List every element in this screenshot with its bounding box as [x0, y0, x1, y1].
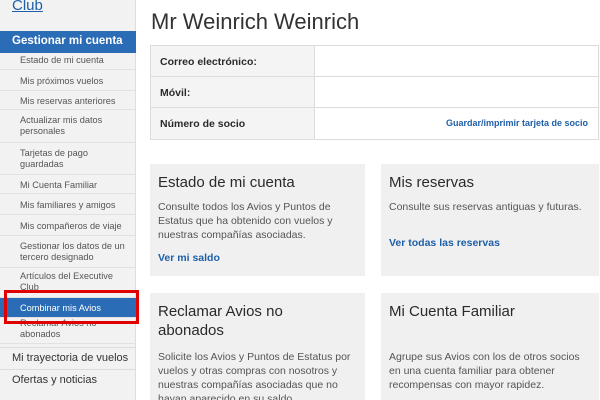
save-print-card-link[interactable]: Guardar/imprimir tarjeta de socio — [315, 108, 598, 139]
info-row-email: Correo electrónico: — [151, 46, 598, 77]
email-label: Correo electrónico: — [151, 46, 315, 76]
sidebar-item-offers-news[interactable]: Ofertas y noticias — [0, 369, 136, 391]
member-number-label: Número de socio — [151, 108, 315, 139]
sidebar: Club Gestionar mi cuenta Estado de mi cu… — [0, 0, 136, 400]
card-text: Solicite los Avios y Puntos de Estatus p… — [158, 351, 351, 400]
club-link[interactable]: Club — [12, 0, 43, 14]
card-title: Mi Cuenta Familiar — [389, 303, 515, 320]
card-title: Mis reservas — [389, 174, 475, 191]
email-value — [315, 46, 598, 76]
section-header-manage-account[interactable]: Gestionar mi cuenta — [0, 31, 136, 53]
sidebar-item-flight-history[interactable]: Mi trayectoria de vuelos — [0, 347, 136, 369]
card-my-bookings: Mis reservas Consulte sus reservas antig… — [381, 164, 599, 276]
info-row-mobile: Móvil: — [151, 77, 598, 108]
card-family-account: Mi Cuenta Familiar Agrupe sus Avios con … — [381, 293, 599, 400]
account-info-table: Correo electrónico: Móvil: Número de soc… — [150, 45, 599, 140]
card-text: Consulte sus reservas antiguas y futuras… — [389, 201, 582, 213]
sidebar-item-travel-companions[interactable]: Mis compañeros de viaje — [0, 215, 136, 236]
card-account-status: Estado de mi cuenta Consulte todos los A… — [150, 164, 365, 276]
sidebar-item-saved-cards[interactable]: Tarjetas de pago guardadas — [0, 143, 136, 175]
sidebar-item-third-party[interactable]: Gestionar los datos de un tercero design… — [0, 236, 136, 268]
card-title: Reclamar Avios no abonados — [158, 303, 283, 339]
mobile-label: Móvil: — [151, 77, 315, 107]
card-text: Agrupe sus Avios con los de otros socios… — [389, 351, 580, 391]
sidebar-item-family-friends[interactable]: Mis familiares y amigos — [0, 194, 136, 215]
sidebar-item-update-personal-data[interactable]: Actualizar mis datos personales — [0, 110, 136, 143]
card-text: Consulte todos los Avios y Puntos de Est… — [158, 201, 333, 241]
card-title: Estado de mi cuenta — [158, 174, 295, 191]
mobile-value — [315, 77, 598, 107]
view-balance-link[interactable]: Ver mi saldo — [158, 252, 220, 264]
selection-highlight — [4, 290, 139, 324]
page-title: Mr Weinrich Weinrich — [151, 9, 360, 34]
view-all-bookings-link[interactable]: Ver todas las reservas — [389, 237, 500, 249]
sidebar-item-account-status[interactable]: Estado de mi cuenta — [0, 53, 136, 70]
sidebar-item-family-account[interactable]: Mi Cuenta Familiar — [0, 175, 136, 194]
sidebar-item-past-bookings[interactable]: Mis reservas anteriores — [0, 91, 136, 110]
card-claim-avios: Reclamar Avios no abonados Solicite los … — [150, 293, 365, 400]
sidebar-item-upcoming-flights[interactable]: Mis próximos vuelos — [0, 70, 136, 91]
info-row-member-number: Número de socio Guardar/imprimir tarjeta… — [151, 108, 598, 139]
